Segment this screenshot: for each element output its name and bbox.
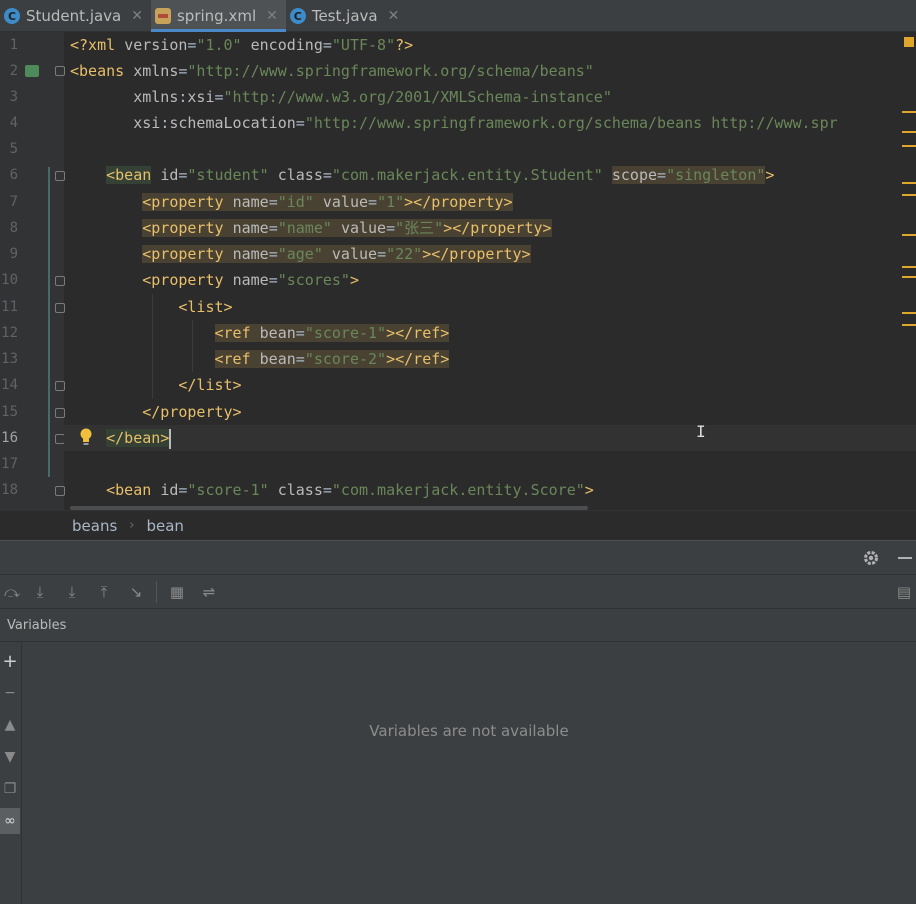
code-line: </property> xyxy=(142,403,242,421)
code-line: <property name="name" value="张三"></prope… xyxy=(142,219,552,237)
code-line: xmlns:xsi="http://www.w3.org/2001/XMLSch… xyxy=(133,88,612,106)
stripe-marker[interactable] xyxy=(902,145,916,147)
code-line: <bean id="student" class="com.makerjack.… xyxy=(106,166,775,184)
stripe-marker[interactable] xyxy=(902,266,916,268)
stripe-marker[interactable] xyxy=(902,194,916,196)
line-number: 9 xyxy=(9,246,18,262)
tab-label: spring.xml xyxy=(176,7,257,25)
java-class-icon: C xyxy=(289,8,306,24)
line-number: 11 xyxy=(1,299,18,315)
trace-current-stream-icon[interactable]: ⇌ xyxy=(193,575,225,609)
move-down-icon[interactable]: ▼ xyxy=(0,744,20,770)
line-number: 7 xyxy=(9,194,18,210)
code-line: <ref bean="score-2"></ref> xyxy=(214,350,450,368)
spring-bean-icon[interactable] xyxy=(25,65,39,77)
debug-toolbar: ⤼ ⤓ ⤓ ⤒ ↘ ▦ ⇌ ▤ xyxy=(0,574,916,608)
tab-student-java[interactable]: C Student.java ✕ xyxy=(0,0,151,32)
scope-indicator xyxy=(48,167,50,477)
remove-watch-icon[interactable]: − xyxy=(0,680,20,706)
breadcrumb-item-beans[interactable]: beans xyxy=(72,517,117,535)
code-line: <?xml version="1.0" encoding="UTF-8"?> xyxy=(70,36,414,54)
line-number: 17 xyxy=(1,456,18,472)
fold-toggle[interactable] xyxy=(55,486,65,496)
layout-options-icon[interactable]: ▤ xyxy=(892,575,916,609)
stripe-marker[interactable] xyxy=(902,111,916,113)
code-line: <beans xmlns="http://www.springframework… xyxy=(70,62,594,80)
mouse-ibeam-icon: I xyxy=(696,422,706,441)
code-line: <property name="age" value="22"></proper… xyxy=(142,245,531,263)
breadcrumb-separator: › xyxy=(129,518,135,533)
editor-tab-bar: C Student.java ✕ spring.xml ✕ C Test.jav… xyxy=(0,0,916,32)
code-line: </bean> xyxy=(106,428,172,449)
variables-title: Variables xyxy=(0,608,916,642)
step-into-icon[interactable]: ⤓ xyxy=(56,575,88,609)
step-over-icon[interactable]: ⤓ xyxy=(24,575,56,609)
inspection-status-icon[interactable] xyxy=(904,37,914,47)
fold-toggle[interactable] xyxy=(55,381,65,391)
text-cursor xyxy=(169,428,172,449)
minimize-icon[interactable] xyxy=(898,557,912,559)
line-number: 3 xyxy=(9,89,18,105)
line-number: 4 xyxy=(9,115,18,131)
stripe-marker[interactable] xyxy=(902,182,916,184)
line-number: 12 xyxy=(1,325,18,341)
code-line: <property name="id" value="1"></property… xyxy=(142,193,513,211)
tab-label: Test.java xyxy=(311,7,378,25)
code-line: </list> xyxy=(178,376,242,394)
fold-toggle[interactable] xyxy=(55,276,65,286)
breadcrumb-item-bean[interactable]: bean xyxy=(146,517,183,535)
code-line: <list> xyxy=(178,298,233,316)
line-number: 14 xyxy=(1,377,18,393)
glasses-icon[interactable]: ∞ xyxy=(0,808,20,834)
variables-panel: Variables are not available xyxy=(22,642,916,904)
stripe-marker[interactable] xyxy=(902,131,916,133)
add-watch-icon[interactable]: + xyxy=(0,648,20,674)
editor-gutter: 1 2 3 4 5 6 7 8 9 10 11 12 13 14 15 16 1… xyxy=(0,32,65,510)
lightbulb-icon[interactable] xyxy=(79,428,93,446)
xml-file-icon xyxy=(154,8,171,24)
stripe-marker[interactable] xyxy=(902,312,916,314)
run-to-cursor-icon[interactable]: ↘ xyxy=(120,575,152,609)
line-number: 2 xyxy=(9,63,18,79)
stripe-marker[interactable] xyxy=(902,234,916,236)
debug-panel-header xyxy=(0,540,916,574)
line-number: 15 xyxy=(1,404,18,420)
code-line: <bean id="score-1" class="com.makerjack.… xyxy=(106,481,594,499)
fold-toggle[interactable] xyxy=(55,66,65,76)
stripe-marker[interactable] xyxy=(902,324,916,326)
step-out-icon[interactable]: ⤒ xyxy=(88,575,120,609)
line-number: 10 xyxy=(1,272,18,288)
move-up-icon[interactable]: ▲ xyxy=(0,712,20,738)
fold-toggle[interactable] xyxy=(55,408,65,418)
line-number: 18 xyxy=(1,482,18,498)
tab-test-java[interactable]: C Test.java ✕ xyxy=(286,0,407,32)
line-number: 8 xyxy=(9,220,18,236)
code-line: xsi:schemaLocation="http://www.springfra… xyxy=(133,114,838,132)
copy-icon[interactable]: ❐ xyxy=(0,776,20,802)
show-execution-point-icon[interactable]: ⤼ xyxy=(0,575,24,609)
line-number: 5 xyxy=(9,141,18,157)
variables-side-toolbar: + − ▲ ▼ ❐ ∞ xyxy=(0,642,22,904)
close-icon[interactable]: ✕ xyxy=(388,8,400,24)
code-editor[interactable]: 1 2 3 4 5 6 7 8 9 10 11 12 13 14 15 16 1… xyxy=(0,32,916,510)
fold-toggle[interactable] xyxy=(55,171,65,181)
line-number: 1 xyxy=(9,37,18,53)
java-class-icon: C xyxy=(4,8,20,24)
code-line: <property name="scores"> xyxy=(142,271,359,289)
fold-toggle[interactable] xyxy=(55,303,65,313)
gear-icon[interactable] xyxy=(862,549,880,567)
line-number: 13 xyxy=(1,351,18,367)
line-number: 6 xyxy=(9,167,18,183)
evaluate-expression-icon[interactable]: ▦ xyxy=(161,575,193,609)
tab-label: Student.java xyxy=(26,7,122,25)
breadcrumb: beans › bean xyxy=(0,510,916,540)
stripe-marker[interactable] xyxy=(902,276,916,278)
close-icon[interactable]: ✕ xyxy=(266,8,278,24)
line-number: 16 xyxy=(1,430,18,446)
code-line: <ref bean="score-1"></ref> xyxy=(214,324,450,342)
empty-variables-message: Variables are not available xyxy=(369,722,569,740)
close-icon[interactable]: ✕ xyxy=(131,8,143,24)
tab-spring-xml[interactable]: spring.xml ✕ xyxy=(150,0,286,32)
toolbar-divider xyxy=(156,580,157,603)
